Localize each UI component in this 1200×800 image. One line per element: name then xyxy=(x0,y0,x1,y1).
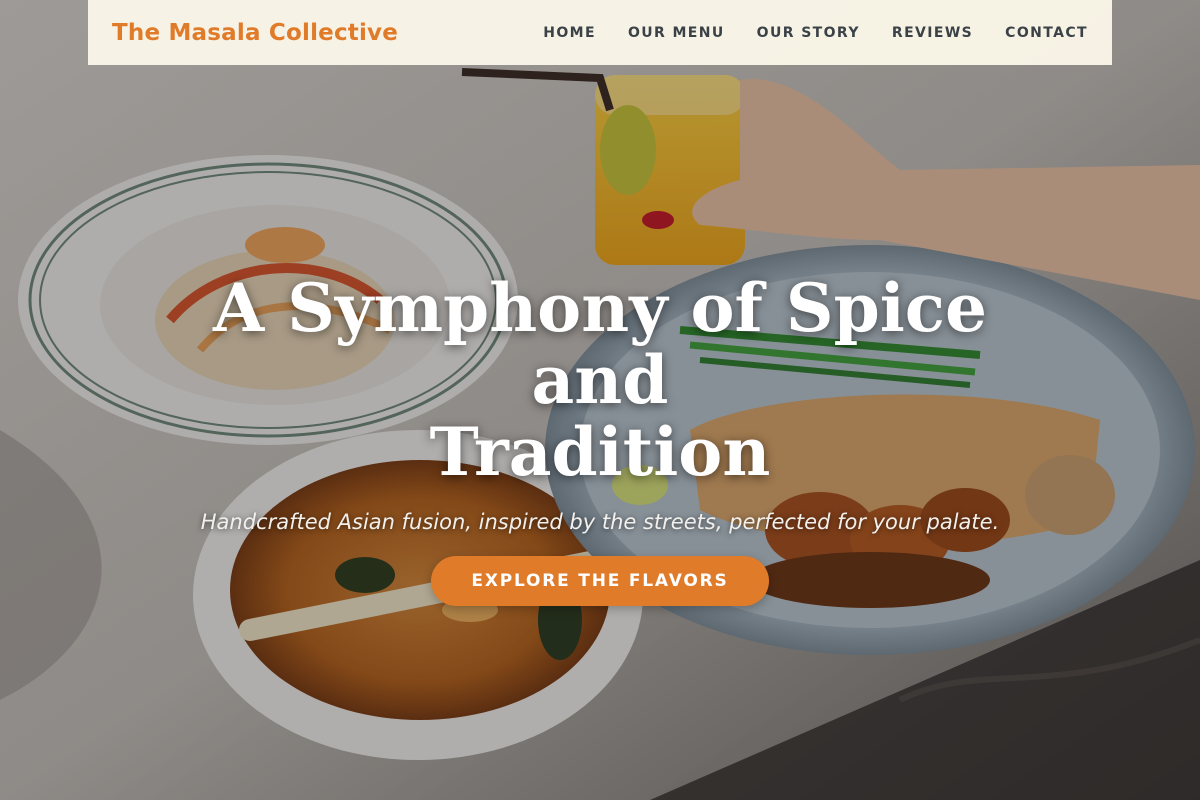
hero-content: A Symphony of Spice and Tradition Handcr… xyxy=(0,272,1200,606)
hero-headline: A Symphony of Spice and Tradition xyxy=(150,272,1050,488)
nav-links: HOME OUR MENU OUR STORY REVIEWS CONTACT xyxy=(543,25,1088,41)
nav-link-home[interactable]: HOME xyxy=(543,25,596,41)
hero-subheadline: Handcrafted Asian fusion, inspired by th… xyxy=(200,510,1000,534)
nav-link-contact[interactable]: CONTACT xyxy=(1005,25,1088,41)
hero-headline-line2: Tradition xyxy=(429,413,771,491)
explore-flavors-button[interactable]: EXPLORE THE FLAVORS xyxy=(431,556,769,606)
hero-headline-line1: A Symphony of Spice and xyxy=(213,269,987,419)
top-navbar: The Masala Collective HOME OUR MENU OUR … xyxy=(88,0,1112,65)
nav-link-our-menu[interactable]: OUR MENU xyxy=(628,25,725,41)
nav-link-our-story[interactable]: OUR STORY xyxy=(757,25,860,41)
nav-link-reviews[interactable]: REVIEWS xyxy=(892,25,973,41)
brand-logo-text[interactable]: The Masala Collective xyxy=(112,20,398,46)
